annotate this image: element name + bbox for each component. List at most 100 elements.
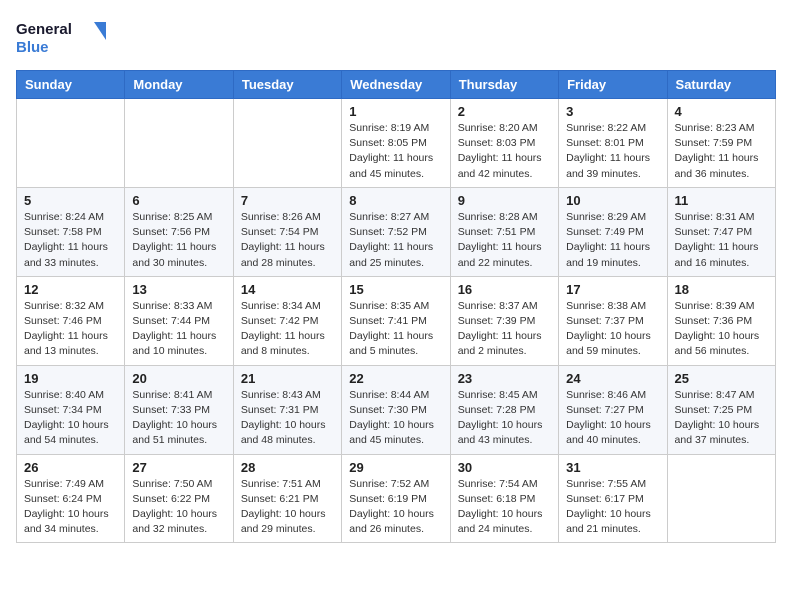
- day-info: Sunrise: 8:25 AM Sunset: 7:56 PM Dayligh…: [132, 210, 225, 271]
- day-number: 25: [675, 371, 768, 386]
- calendar-cell: 13 Sunrise: 8:33 AM Sunset: 7:44 PM Dayli…: [125, 276, 233, 365]
- day-number: 18: [675, 282, 768, 297]
- calendar-cell: 11 Sunrise: 8:31 AM Sunset: 7:47 PM Dayli…: [667, 187, 775, 276]
- day-info: Sunrise: 8:26 AM Sunset: 7:54 PM Dayligh…: [241, 210, 334, 271]
- day-number: 6: [132, 193, 225, 208]
- day-info: Sunrise: 7:50 AM Sunset: 6:22 PM Dayligh…: [132, 477, 225, 538]
- calendar-cell: 18Sunrise: 8:39 AM Sunset: 7:36 PM Dayli…: [667, 276, 775, 365]
- calendar-cell: 14Sunrise: 8:34 AM Sunset: 7:42 PM Dayli…: [233, 276, 341, 365]
- calendar-cell: 28 Sunrise: 7:51 AM Sunset: 6:21 PM Dayli…: [233, 454, 341, 543]
- day-info: Sunrise: 8:47 AM Sunset: 7:25 PM Dayligh…: [675, 388, 768, 449]
- calendar-header-row: SundayMondayTuesdayWednesdayThursdayFrid…: [17, 71, 776, 99]
- calendar-cell: 19Sunrise: 8:40 AM Sunset: 7:34 PM Dayli…: [17, 365, 125, 454]
- day-info: Sunrise: 8:40 AM Sunset: 7:34 PM Dayligh…: [24, 388, 117, 449]
- day-number: 24: [566, 371, 659, 386]
- day-info: Sunrise: 8:24 AM Sunset: 7:58 PM Dayligh…: [24, 210, 117, 271]
- day-info: Sunrise: 7:52 AM Sunset: 6:19 PM Dayligh…: [349, 477, 442, 538]
- day-info: Sunrise: 8:37 AM Sunset: 7:39 PM Dayligh…: [458, 299, 551, 360]
- calendar-cell: [125, 99, 233, 188]
- calendar-cell: 12 Sunrise: 8:32 AM Sunset: 7:46 PM Dayli…: [17, 276, 125, 365]
- day-info: Sunrise: 8:29 AM Sunset: 7:49 PM Dayligh…: [566, 210, 659, 271]
- calendar-cell: 24 Sunrise: 8:46 AM Sunset: 7:27 PM Dayli…: [559, 365, 667, 454]
- column-header-thursday: Thursday: [450, 71, 558, 99]
- day-info: Sunrise: 8:43 AM Sunset: 7:31 PM Dayligh…: [241, 388, 334, 449]
- calendar-cell: [17, 99, 125, 188]
- calendar-cell: 15 Sunrise: 8:35 AM Sunset: 7:41 PM Dayli…: [342, 276, 450, 365]
- day-number: 26: [24, 460, 117, 475]
- day-number: 3: [566, 104, 659, 119]
- calendar-cell: 26 Sunrise: 7:49 AM Sunset: 6:24 PM Dayli…: [17, 454, 125, 543]
- calendar-cell: 6 Sunrise: 8:25 AM Sunset: 7:56 PM Daylig…: [125, 187, 233, 276]
- day-info: Sunrise: 8:32 AM Sunset: 7:46 PM Dayligh…: [24, 299, 117, 360]
- day-number: 9: [458, 193, 551, 208]
- calendar-cell: 23 Sunrise: 8:45 AM Sunset: 7:28 PM Dayli…: [450, 365, 558, 454]
- day-info: Sunrise: 7:49 AM Sunset: 6:24 PM Dayligh…: [24, 477, 117, 538]
- calendar-cell: 25 Sunrise: 8:47 AM Sunset: 7:25 PM Dayli…: [667, 365, 775, 454]
- column-header-sunday: Sunday: [17, 71, 125, 99]
- day-info: Sunrise: 8:38 AM Sunset: 7:37 PM Dayligh…: [566, 299, 659, 360]
- calendar-cell: 21 Sunrise: 8:43 AM Sunset: 7:31 PM Dayli…: [233, 365, 341, 454]
- column-header-saturday: Saturday: [667, 71, 775, 99]
- day-number: 2: [458, 104, 551, 119]
- day-info: Sunrise: 8:27 AM Sunset: 7:52 PM Dayligh…: [349, 210, 442, 271]
- day-info: Sunrise: 8:45 AM Sunset: 7:28 PM Dayligh…: [458, 388, 551, 449]
- day-info: Sunrise: 8:41 AM Sunset: 7:33 PM Dayligh…: [132, 388, 225, 449]
- day-number: 8: [349, 193, 442, 208]
- day-info: Sunrise: 8:33 AM Sunset: 7:44 PM Dayligh…: [132, 299, 225, 360]
- day-number: 5: [24, 193, 117, 208]
- day-info: Sunrise: 8:22 AM Sunset: 8:01 PM Dayligh…: [566, 121, 659, 182]
- day-info: Sunrise: 8:35 AM Sunset: 7:41 PM Dayligh…: [349, 299, 442, 360]
- calendar-cell: 31Sunrise: 7:55 AM Sunset: 6:17 PM Dayli…: [559, 454, 667, 543]
- calendar-cell: 8 Sunrise: 8:27 AM Sunset: 7:52 PM Daylig…: [342, 187, 450, 276]
- column-header-wednesday: Wednesday: [342, 71, 450, 99]
- calendar-cell: 1 Sunrise: 8:19 AM Sunset: 8:05 PM Daylig…: [342, 99, 450, 188]
- day-number: 10: [566, 193, 659, 208]
- calendar-week-row: 5 Sunrise: 8:24 AM Sunset: 7:58 PM Daylig…: [17, 187, 776, 276]
- calendar-cell: 20 Sunrise: 8:41 AM Sunset: 7:33 PM Dayli…: [125, 365, 233, 454]
- day-info: Sunrise: 8:46 AM Sunset: 7:27 PM Dayligh…: [566, 388, 659, 449]
- calendar-table: SundayMondayTuesdayWednesdayThursdayFrid…: [16, 70, 776, 543]
- calendar-cell: 16 Sunrise: 8:37 AM Sunset: 7:39 PM Dayli…: [450, 276, 558, 365]
- day-number: 16: [458, 282, 551, 297]
- day-number: 17: [566, 282, 659, 297]
- day-number: 27: [132, 460, 225, 475]
- calendar-cell: 17 Sunrise: 8:38 AM Sunset: 7:37 PM Dayli…: [559, 276, 667, 365]
- day-info: Sunrise: 8:31 AM Sunset: 7:47 PM Dayligh…: [675, 210, 768, 271]
- day-info: Sunrise: 8:20 AM Sunset: 8:03 PM Dayligh…: [458, 121, 551, 182]
- calendar-cell: [667, 454, 775, 543]
- day-info: Sunrise: 8:19 AM Sunset: 8:05 PM Dayligh…: [349, 121, 442, 182]
- calendar-week-row: 12 Sunrise: 8:32 AM Sunset: 7:46 PM Dayli…: [17, 276, 776, 365]
- day-number: 22: [349, 371, 442, 386]
- day-number: 12: [24, 282, 117, 297]
- calendar-cell: 5 Sunrise: 8:24 AM Sunset: 7:58 PM Daylig…: [17, 187, 125, 276]
- day-number: 31: [566, 460, 659, 475]
- day-info: Sunrise: 7:51 AM Sunset: 6:21 PM Dayligh…: [241, 477, 334, 538]
- day-number: 4: [675, 104, 768, 119]
- day-number: 30: [458, 460, 551, 475]
- day-number: 15: [349, 282, 442, 297]
- day-number: 7: [241, 193, 334, 208]
- calendar-cell: [233, 99, 341, 188]
- day-info: Sunrise: 8:34 AM Sunset: 7:42 PM Dayligh…: [241, 299, 334, 360]
- calendar-week-row: 26 Sunrise: 7:49 AM Sunset: 6:24 PM Dayli…: [17, 454, 776, 543]
- calendar-cell: 29Sunrise: 7:52 AM Sunset: 6:19 PM Dayli…: [342, 454, 450, 543]
- calendar-cell: 3 Sunrise: 8:22 AM Sunset: 8:01 PM Daylig…: [559, 99, 667, 188]
- calendar-cell: 10 Sunrise: 8:29 AM Sunset: 7:49 PM Dayli…: [559, 187, 667, 276]
- day-number: 21: [241, 371, 334, 386]
- calendar-cell: 22 Sunrise: 8:44 AM Sunset: 7:30 PM Dayli…: [342, 365, 450, 454]
- calendar-cell: 9 Sunrise: 8:28 AM Sunset: 7:51 PM Daylig…: [450, 187, 558, 276]
- logo: General Blue: [16, 16, 106, 62]
- day-info: Sunrise: 8:44 AM Sunset: 7:30 PM Dayligh…: [349, 388, 442, 449]
- day-info: Sunrise: 7:54 AM Sunset: 6:18 PM Dayligh…: [458, 477, 551, 538]
- day-number: 13: [132, 282, 225, 297]
- day-number: 1: [349, 104, 442, 119]
- calendar-cell: 27 Sunrise: 7:50 AM Sunset: 6:22 PM Dayli…: [125, 454, 233, 543]
- calendar-cell: 2 Sunrise: 8:20 AM Sunset: 8:03 PM Daylig…: [450, 99, 558, 188]
- day-number: 28: [241, 460, 334, 475]
- day-number: 11: [675, 193, 768, 208]
- day-number: 20: [132, 371, 225, 386]
- day-info: Sunrise: 8:28 AM Sunset: 7:51 PM Dayligh…: [458, 210, 551, 271]
- calendar-week-row: 19Sunrise: 8:40 AM Sunset: 7:34 PM Dayli…: [17, 365, 776, 454]
- day-number: 23: [458, 371, 551, 386]
- column-header-friday: Friday: [559, 71, 667, 99]
